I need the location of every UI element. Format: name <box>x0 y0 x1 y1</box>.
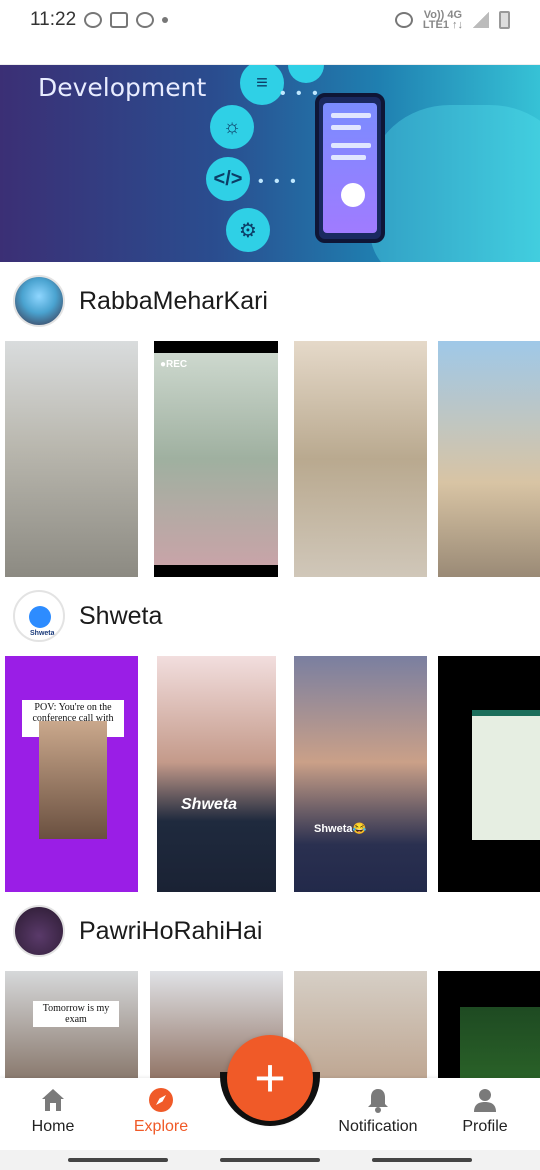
channel-header[interactable]: Shweta Shweta <box>0 577 540 655</box>
status-bar: 11:22 Vo)) 4G LTE1 ↑↓ <box>0 0 540 40</box>
screen-line <box>331 143 371 148</box>
thumbnail-caption: Tomorrow is my exam <box>33 1001 119 1027</box>
back-gesture[interactable] <box>68 1158 168 1162</box>
whatsapp-icon <box>84 12 103 28</box>
recents-gesture[interactable] <box>372 1158 472 1162</box>
nav-explore[interactable]: Explore <box>128 1086 194 1150</box>
channel-name[interactable]: Shweta <box>79 602 162 631</box>
avatar[interactable]: Shweta <box>13 590 65 642</box>
video-call-icon <box>29 606 51 628</box>
avatar[interactable] <box>13 905 65 957</box>
plus-icon: + <box>254 1048 286 1108</box>
video-thumbnail[interactable] <box>438 341 540 577</box>
phone-screen <box>323 103 377 233</box>
screen-line <box>331 155 366 160</box>
phone-illustration <box>315 93 385 243</box>
gallery-icon <box>110 12 129 28</box>
system-gesture-bar <box>0 1150 540 1170</box>
dot-icon <box>162 17 169 23</box>
channel-header[interactable]: RabbaMeharKari <box>0 262 540 340</box>
signal-icon <box>473 12 489 28</box>
nav-profile[interactable]: Profile <box>455 1086 515 1150</box>
thumbnail-image <box>154 353 278 565</box>
video-thumbnail[interactable] <box>5 341 138 577</box>
cloud-icon <box>136 12 155 28</box>
video-thumbnail[interactable] <box>438 656 540 892</box>
status-right: Vo)) 4G LTE1 ↑↓ <box>394 10 510 31</box>
gear-icon: ⚙ <box>226 208 270 252</box>
thumbnail-image <box>39 721 107 839</box>
hotspot-icon <box>394 12 413 28</box>
thumbnail-caption: Shweta <box>181 796 238 813</box>
video-thumbnail[interactable]: POV: You're on the conference call with … <box>5 656 138 892</box>
person-icon <box>474 1089 496 1112</box>
compass-icon <box>149 1088 173 1112</box>
nav-label: Profile <box>462 1118 508 1135</box>
bell-icon <box>368 1089 388 1113</box>
battery-icon <box>499 11 510 29</box>
banner-title: Development <box>38 73 207 102</box>
video-thumbnail[interactable]: Shweta😂 <box>294 656 427 892</box>
hand-illustration <box>370 105 540 262</box>
nav-home[interactable]: Home <box>20 1086 86 1150</box>
nav-notification[interactable]: Notification <box>330 1086 426 1150</box>
status-time: 11:22 <box>30 9 77 30</box>
video-row: ●REC <box>0 341 540 577</box>
network-indicator: Vo)) 4G LTE1 ↑↓ <box>422 10 463 31</box>
avatar[interactable] <box>13 275 65 327</box>
play-icon <box>341 183 365 207</box>
nav-label: Notification <box>338 1118 418 1135</box>
lightbulb-icon: ☼ <box>210 105 254 149</box>
nav-label: Home <box>31 1118 75 1135</box>
video-row: POV: You're on the conference call with … <box>0 656 540 892</box>
home-gesture[interactable] <box>220 1158 320 1162</box>
nav-label: Explore <box>133 1118 189 1135</box>
channel-name[interactable]: PawriHoRahiHai <box>79 917 262 946</box>
promo-banner[interactable]: Development ≡ ☼ </> ⚙ • • • • • • <box>0 65 540 262</box>
code-icon: </> <box>206 157 250 201</box>
banner-bubble-icon <box>288 65 324 83</box>
channel-header[interactable]: PawriHoRahiHai <box>0 892 540 970</box>
network-bottom: LTE1 ↑↓ <box>422 19 463 31</box>
status-left: 11:22 <box>30 9 169 31</box>
top-strip <box>0 40 540 65</box>
rec-label: ●REC <box>160 359 188 370</box>
screen-line <box>331 125 361 130</box>
video-thumbnail[interactable]: ●REC <box>154 341 278 577</box>
banner-dots: • • • <box>258 173 299 190</box>
avatar-label: Shweta <box>30 630 55 637</box>
thumbnail-caption: Shweta😂 <box>314 823 367 835</box>
screen-line <box>331 113 371 118</box>
document-icon: ≡ <box>240 65 284 105</box>
channel-name[interactable]: RabbaMeharKari <box>79 287 268 316</box>
chat-screenshot <box>472 710 540 840</box>
home-icon <box>42 1089 64 1111</box>
video-thumbnail[interactable] <box>294 341 427 577</box>
video-thumbnail[interactable]: Shweta <box>157 656 276 892</box>
add-button[interactable]: + <box>227 1035 313 1121</box>
